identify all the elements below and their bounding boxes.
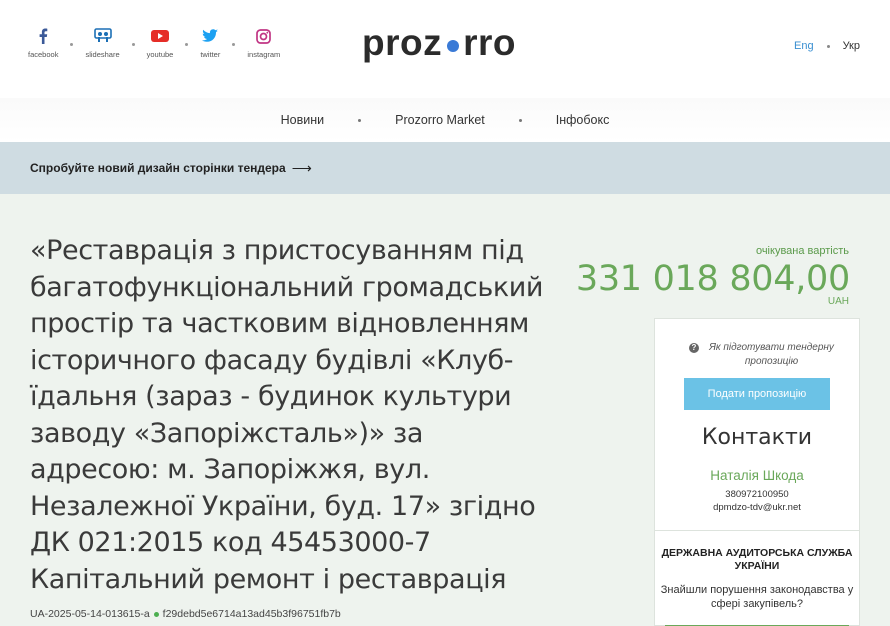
header: facebook slideshare youtube twitter inst… bbox=[0, 0, 890, 98]
instagram-icon bbox=[256, 26, 272, 46]
tender-id: UA-2025-05-14-013615-a bbox=[30, 608, 150, 620]
social-label: twitter bbox=[200, 50, 221, 59]
bid-contacts-card: ? Як підготувати тендерну пропозицію Под… bbox=[654, 318, 860, 532]
separator-dot bbox=[232, 43, 236, 46]
social-slideshare-link[interactable]: slideshare bbox=[85, 26, 120, 59]
contact-name: Наталія Шкода bbox=[710, 468, 804, 483]
logo-dot-icon bbox=[447, 39, 460, 52]
social-links: facebook slideshare youtube twitter inst… bbox=[28, 26, 280, 59]
expected-value-currency: UAH bbox=[827, 296, 849, 307]
main-nav: Новини Prozorro Market Інфобокс bbox=[0, 98, 890, 142]
arrow-right-icon: ⟶ bbox=[291, 159, 312, 176]
separator-dot bbox=[131, 43, 135, 46]
lang-english-link[interactable]: Eng bbox=[794, 40, 814, 52]
social-label: youtube bbox=[146, 50, 174, 59]
expected-value-label: очікувана вартість bbox=[755, 245, 849, 257]
banner-text[interactable]: Спробуйте новий дизайн сторінки тендера bbox=[30, 161, 286, 175]
prozorro-logo[interactable]: proz rro bbox=[362, 24, 516, 61]
how-to-text: Як підготувати тендерну пропозицію bbox=[709, 342, 834, 367]
question-icon: ? bbox=[689, 343, 699, 353]
separator-dot bbox=[358, 118, 362, 122]
tender-title: «Реставрація з пристосуванням під багато… bbox=[30, 235, 544, 595]
audit-service-text: Знайшли порушення законодавства у сфері … bbox=[660, 584, 854, 610]
how-to-prepare-link[interactable]: ? Як підготувати тендерну пропозицію bbox=[689, 341, 839, 369]
expected-value-amount: 331 018 804,00 bbox=[575, 259, 850, 299]
nav-item-prozorro-market[interactable]: Prozorro Market bbox=[395, 113, 485, 127]
separator-dot bbox=[70, 43, 74, 46]
contact-email[interactable]: dpmdzo-tdv@ukr.net bbox=[655, 502, 859, 513]
youtube-icon bbox=[150, 26, 169, 46]
nav-item-infobox[interactable]: Інфобокс bbox=[556, 113, 610, 127]
social-label: slideshare bbox=[85, 50, 120, 59]
separator-dot bbox=[826, 44, 830, 48]
tender-hash: f29debd5e6714a13ad45b3f96751fb7b bbox=[162, 608, 341, 620]
twitter-icon bbox=[202, 26, 219, 46]
slideshare-icon bbox=[93, 26, 112, 46]
new-design-banner[interactable]: Спробуйте новий дизайн сторінки тендера … bbox=[0, 142, 890, 194]
contact-phone: 380972100950 bbox=[725, 489, 789, 500]
logo-text-left: proz bbox=[362, 22, 443, 63]
submit-bid-button[interactable]: Подати пропозицію bbox=[684, 378, 830, 410]
facebook-icon bbox=[38, 26, 48, 46]
social-instagram-link[interactable]: instagram bbox=[247, 26, 280, 59]
contacts-title: Контакти bbox=[701, 425, 813, 450]
social-label: facebook bbox=[28, 50, 59, 59]
audit-service-card: ДЕРЖАВНА АУДИТОРСЬКА СЛУЖБА УКРАЇНИ Знай… bbox=[654, 530, 860, 626]
nav-item-news[interactable]: Новини bbox=[281, 113, 325, 127]
social-youtube-link[interactable]: youtube bbox=[146, 26, 174, 59]
social-label: instagram bbox=[247, 50, 281, 59]
separator-dot bbox=[518, 118, 522, 122]
social-twitter-link[interactable]: twitter bbox=[200, 26, 220, 59]
lang-ukrainian-link[interactable]: Укр bbox=[843, 40, 860, 52]
audit-service-title: ДЕРЖАВНА АУДИТОРСЬКА СЛУЖБА УКРАЇНИ bbox=[661, 547, 853, 572]
language-switcher: Eng Укр bbox=[794, 40, 860, 52]
social-facebook-link[interactable]: facebook bbox=[28, 26, 58, 59]
tender-identifier: UA-2025-05-14-013615-a f29debd5e6714a13a… bbox=[30, 608, 341, 620]
logo-text-right: rro bbox=[463, 22, 517, 63]
separator-dot bbox=[185, 43, 189, 46]
status-dot-icon bbox=[153, 611, 159, 617]
